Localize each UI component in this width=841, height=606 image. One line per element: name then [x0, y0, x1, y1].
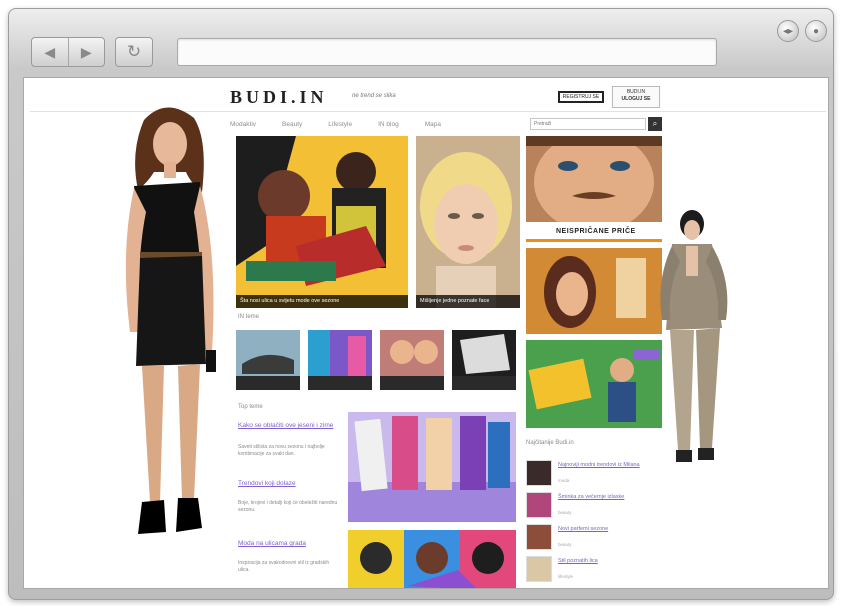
- sidebar-banner[interactable]: NEISPRIČANE PRIČE: [526, 224, 662, 242]
- article-text-3: Inspiracija za svakodnevni stil iz grads…: [238, 560, 330, 573]
- in-tema-tile-3[interactable]: [380, 330, 444, 390]
- in-tema-art-3: [380, 330, 444, 390]
- arrow-right-icon: ▶: [80, 43, 92, 60]
- sidebar-row-4[interactable]: Stil poznatih lica lifestyle: [526, 556, 662, 584]
- article-title-2[interactable]: Trendovi koji dolaze: [238, 480, 342, 488]
- article-title-3[interactable]: Moda na ulicama grada: [238, 540, 342, 548]
- sidebar-row-3[interactable]: Novi parfemi sezone beauty: [526, 524, 662, 552]
- arrow-left-icon: ◀: [44, 43, 56, 60]
- sidebar-promo-image[interactable]: [526, 340, 662, 428]
- sidebar-row-title-3[interactable]: Novi parfemi sezone: [558, 526, 662, 533]
- browser-toolbar: ◀ ▶ ↻ ◂▸ ●: [9, 9, 833, 79]
- search-icon: ⌕: [652, 119, 658, 128]
- window-toggle-button[interactable]: ◂▸: [777, 20, 799, 42]
- promo-art: [526, 340, 662, 428]
- back-button[interactable]: ◀: [32, 38, 68, 66]
- sidebar-row-title-2[interactable]: Šminka za večernje izlaske: [558, 494, 662, 501]
- hero-main-art: [236, 136, 408, 308]
- sidebar-row-meta-4: lifestyle: [558, 574, 574, 579]
- model-right-figure: [646, 210, 746, 472]
- sidebar-thumb-4: [526, 556, 552, 582]
- sidebar-row-meta-1: moda: [558, 478, 570, 483]
- history-nav-group: ◀ ▶: [31, 37, 105, 67]
- popart-art: [348, 530, 516, 588]
- window-status-button[interactable]: ●: [805, 20, 827, 42]
- collage-art: [348, 412, 516, 522]
- section-sidebar: Najčitanije Budi.in: [526, 440, 574, 446]
- in-tema-art-1: [236, 330, 300, 390]
- woman-portrait-art: [526, 248, 662, 334]
- nav-link-lifestyle[interactable]: Lifestyle: [328, 121, 352, 128]
- login-button[interactable]: BUDI.IN ULOGUJ SE: [612, 86, 660, 108]
- sidebar-row-2[interactable]: Šminka za večernje izlaske beauty: [526, 492, 662, 520]
- sidebar-row-meta-2: beauty: [558, 510, 572, 515]
- nav-link-mapa[interactable]: Mapa: [425, 121, 441, 128]
- in-tema-art-2: [308, 330, 372, 390]
- site-logo[interactable]: BUDI.IN: [230, 87, 328, 108]
- reload-icon: ↻: [126, 42, 142, 61]
- register-button[interactable]: REGISTRUJ SE: [558, 91, 604, 103]
- man-face-art: [526, 136, 662, 222]
- sidebar-mid-image[interactable]: [526, 248, 662, 334]
- woman-in-metallic-suit-art: [660, 210, 728, 462]
- article-title-1[interactable]: Kako se oblačiti ove jeseni i zime: [238, 422, 342, 430]
- section-in-tema: IN teme: [238, 314, 260, 320]
- hero-side-art: [416, 136, 520, 308]
- sidebar-row-title-4[interactable]: Stil poznatih lica: [558, 558, 662, 565]
- sidebar-thumb-1: [526, 460, 552, 486]
- sidebar-row-1[interactable]: Najnoviji modni trendovi iz Milana moda: [526, 460, 662, 488]
- search-input[interactable]: Pretraži: [530, 118, 646, 130]
- login-line-2: ULOGUJ SE: [621, 96, 651, 102]
- address-bar[interactable]: [177, 38, 717, 66]
- search-button[interactable]: ⌕: [648, 117, 662, 131]
- hero-side-caption: Mišljenje jedne poznate face: [416, 295, 520, 308]
- sidebar-row-meta-3: beauty: [558, 542, 572, 547]
- reload-button[interactable]: ↻: [115, 37, 153, 67]
- site-nav: Modaktiv Beauty Lifestyle IN blog Mapa P…: [230, 116, 662, 132]
- model-left-figure: [90, 102, 240, 572]
- sidebar-thumb-2: [526, 492, 552, 518]
- in-tema-tile-2[interactable]: [308, 330, 372, 390]
- section-top: Top teme: [238, 404, 263, 410]
- in-tema-art-4: [452, 330, 516, 390]
- woman-in-black-dress-art: [125, 107, 216, 534]
- hero-main-tile[interactable]: Šta nosi ulica u svijetu mode ove sezone: [236, 136, 408, 308]
- hero-side-tile[interactable]: Mišljenje jedne poznate face: [416, 136, 520, 308]
- nav-link-in-blog[interactable]: IN blog: [378, 121, 399, 128]
- in-tema-tile-4[interactable]: [452, 330, 516, 390]
- in-tema-tile-1[interactable]: [236, 330, 300, 390]
- center-popart[interactable]: [348, 530, 516, 588]
- hero-main-caption: Šta nosi ulica u svijetu mode ove sezone: [236, 295, 408, 308]
- forward-button[interactable]: ▶: [67, 38, 105, 66]
- site-tagline: ne trend se slika: [352, 93, 396, 99]
- sidebar-top-image[interactable]: [526, 136, 662, 222]
- article-text-2: Boje, krojevi i detalji koji će obeležit…: [238, 500, 338, 513]
- article-text-1: Saveti stilista za novu sezonu i najbolj…: [238, 444, 325, 457]
- login-line-1: BUDI.IN: [626, 89, 646, 95]
- center-collage[interactable]: [348, 412, 516, 522]
- nav-link-beauty[interactable]: Beauty: [282, 121, 302, 128]
- sidebar-thumb-3: [526, 524, 552, 550]
